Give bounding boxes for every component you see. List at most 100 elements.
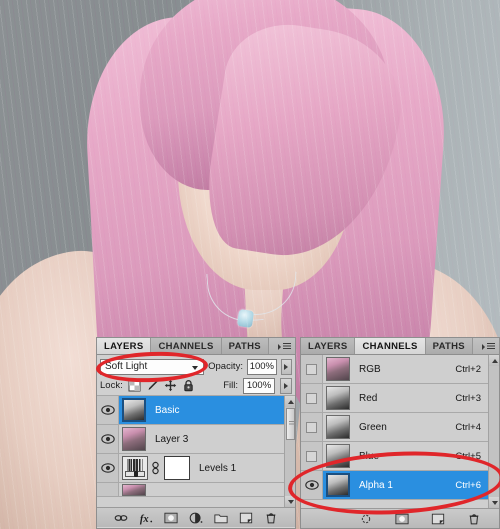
channels-scrollbar[interactable] xyxy=(488,355,499,508)
panel-menu-icon[interactable] xyxy=(482,342,495,351)
channel-name: Green xyxy=(359,421,387,433)
channel-name: Blue xyxy=(359,450,380,462)
channel-row-alpha-1[interactable]: Alpha 1 Ctrl+6 xyxy=(301,471,499,500)
layer-row-layer-3[interactable]: Layer 3 xyxy=(97,425,295,454)
chevron-down-icon xyxy=(192,365,199,370)
svg-text:fx: fx xyxy=(140,513,149,524)
lock-position-icon[interactable] xyxy=(164,379,177,392)
fill-label: Fill: xyxy=(223,380,238,391)
opacity-slider-button[interactable] xyxy=(280,358,292,375)
opacity-value: 100% xyxy=(249,361,274,372)
lock-image-pixels-icon[interactable] xyxy=(146,379,159,392)
adjustment-layer-icon[interactable] xyxy=(189,511,203,525)
lock-row: Lock: Fill: 100% xyxy=(97,376,295,396)
scroll-up-icon[interactable] xyxy=(489,355,499,366)
channel-shortcut: Ctrl+2 xyxy=(455,363,481,375)
scroll-up-icon[interactable] xyxy=(285,396,295,407)
layers-panel: LAYERS CHANNELS PATHS Soft Light Opacity… xyxy=(96,337,296,529)
channel-name: RGB xyxy=(359,363,381,375)
channel-thumbnail[interactable] xyxy=(326,357,350,381)
new-group-icon[interactable] xyxy=(214,511,228,525)
layer-visibility-toggle[interactable] xyxy=(97,483,119,496)
layer-name: Levels 1 xyxy=(199,462,237,474)
fill-input[interactable]: 100% xyxy=(243,377,275,394)
save-selection-as-channel-icon[interactable] xyxy=(395,512,409,526)
channel-thumbnail[interactable] xyxy=(326,473,350,497)
channel-shortcut: Ctrl+3 xyxy=(455,392,481,404)
layer-list[interactable]: Basic Layer 3 Levels 1 xyxy=(97,396,295,507)
channel-shortcut: Ctrl+4 xyxy=(455,421,481,433)
channel-row-rgb[interactable]: RGB Ctrl+2 xyxy=(301,355,499,384)
channel-row-blue[interactable]: Blue Ctrl+5 xyxy=(301,442,499,471)
scrollbar-thumb[interactable] xyxy=(286,408,295,440)
blend-mode-row: Soft Light Opacity: 100% xyxy=(97,355,295,376)
channel-row-green[interactable]: Green Ctrl+4 xyxy=(301,413,499,442)
layers-panel-footer: fx xyxy=(97,507,295,527)
layers-panel-tabstrip: LAYERS CHANNELS PATHS xyxy=(97,338,295,355)
layer-row-basic[interactable]: Basic xyxy=(97,396,295,425)
layer-visibility-toggle[interactable] xyxy=(97,454,119,482)
layer-row-levels-1[interactable]: Levels 1 xyxy=(97,454,295,483)
channel-shortcut: Ctrl+6 xyxy=(455,479,481,491)
layer-mask-icon[interactable] xyxy=(164,511,178,525)
blend-mode-select[interactable]: Soft Light xyxy=(100,358,205,375)
layer-style-fx-icon[interactable]: fx xyxy=(139,511,153,525)
channel-name: Alpha 1 xyxy=(359,479,393,491)
channel-shortcut: Ctrl+5 xyxy=(455,450,481,462)
tab-paths[interactable]: PATHS xyxy=(221,338,269,354)
channel-name: Red xyxy=(359,392,378,404)
opacity-label: Opacity: xyxy=(208,361,243,372)
channels-panel-footer xyxy=(301,508,499,528)
layer-mask-thumbnail[interactable] xyxy=(164,456,190,480)
channel-thumbnail[interactable] xyxy=(326,415,350,439)
channel-visibility-toggle[interactable] xyxy=(301,442,323,470)
load-channel-as-selection-icon[interactable] xyxy=(359,512,373,526)
layer-visibility-toggle[interactable] xyxy=(97,396,119,424)
tab-channels-right[interactable]: CHANNELS xyxy=(355,338,426,354)
fill-value: 100% xyxy=(246,380,272,391)
scroll-down-icon[interactable] xyxy=(285,496,295,507)
channel-visibility-toggle[interactable] xyxy=(301,413,323,441)
lock-label: Lock: xyxy=(100,380,123,391)
eye-icon xyxy=(100,405,115,415)
layer-thumbnail[interactable] xyxy=(122,398,146,422)
layers-scrollbar[interactable] xyxy=(284,396,295,507)
delete-channel-icon[interactable] xyxy=(467,512,481,526)
photo-necklace-pendant xyxy=(236,309,255,328)
opacity-input[interactable]: 100% xyxy=(246,358,277,375)
blend-mode-value: Soft Light xyxy=(105,361,148,372)
layer-row-partial[interactable] xyxy=(97,483,295,497)
tab-layers-right[interactable]: LAYERS xyxy=(301,338,356,354)
new-channel-icon[interactable] xyxy=(431,512,445,526)
layers-panel-body: Soft Light Opacity: 100% Lock: Fill: 100… xyxy=(97,355,295,527)
adjustment-layer-thumbnail[interactable] xyxy=(122,456,148,480)
layer-name: Layer 3 xyxy=(155,433,189,445)
tab-layers[interactable]: LAYERS xyxy=(97,338,152,354)
channel-row-red[interactable]: Red Ctrl+3 xyxy=(301,384,499,413)
channel-visibility-toggle[interactable] xyxy=(301,355,323,383)
tab-channels[interactable]: CHANNELS xyxy=(151,338,222,354)
channels-panel-tabstrip: LAYERS CHANNELS PATHS xyxy=(301,338,499,355)
channel-visibility-toggle[interactable] xyxy=(301,471,323,499)
layer-visibility-toggle[interactable] xyxy=(97,425,119,453)
channel-list[interactable]: RGB Ctrl+2 Red Ctrl+3 Green Ctrl+4 Blue … xyxy=(301,355,499,508)
tab-paths-right[interactable]: PATHS xyxy=(425,338,473,354)
lock-transparent-pixels-icon[interactable] xyxy=(128,379,141,392)
link-layers-icon[interactable] xyxy=(114,511,128,525)
channel-thumbnail[interactable] xyxy=(326,386,350,410)
lock-all-icon[interactable] xyxy=(182,379,195,392)
fill-slider-button[interactable] xyxy=(280,377,292,394)
eye-icon xyxy=(304,480,319,490)
scroll-down-icon[interactable] xyxy=(489,497,499,508)
delete-layer-icon[interactable] xyxy=(264,511,278,525)
layer-thumbnail[interactable] xyxy=(122,483,146,496)
channel-visibility-toggle[interactable] xyxy=(301,384,323,412)
link-mask-icon[interactable] xyxy=(151,461,160,475)
new-layer-icon[interactable] xyxy=(239,511,253,525)
photoshop-screenshot: LAYERS CHANNELS PATHS Soft Light Opacity… xyxy=(0,0,500,529)
channel-thumbnail[interactable] xyxy=(326,444,350,468)
layer-thumbnail[interactable] xyxy=(122,427,146,451)
layer-name: Basic xyxy=(155,404,180,416)
panel-menu-icon[interactable] xyxy=(278,342,291,351)
eye-icon xyxy=(100,463,115,473)
